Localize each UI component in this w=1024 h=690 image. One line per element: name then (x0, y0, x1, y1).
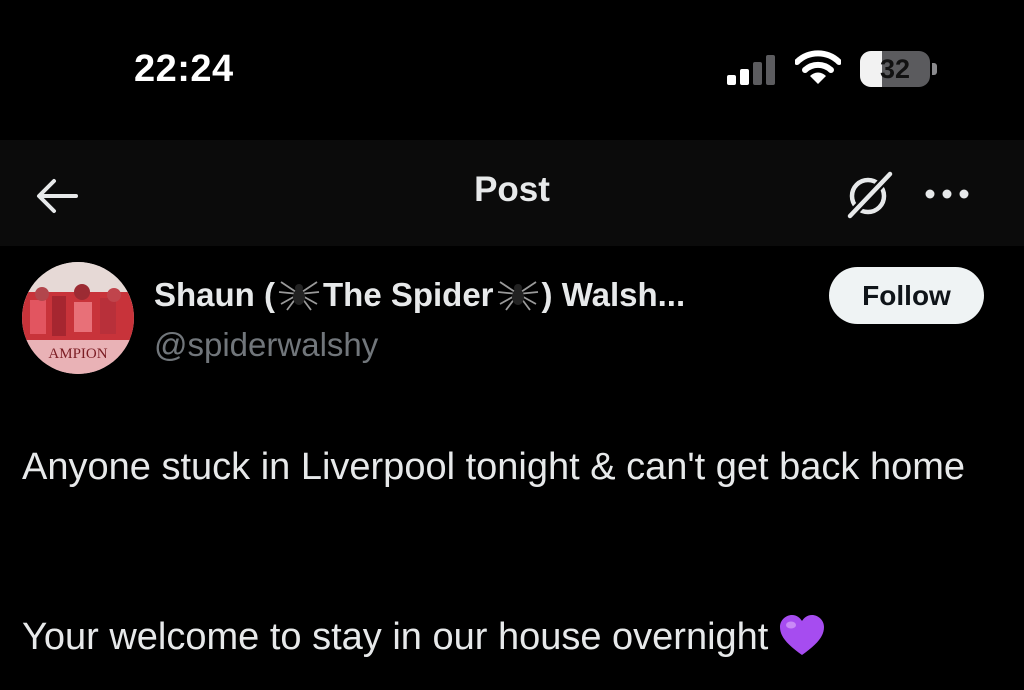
author-name[interactable]: Shaun ( The Spider ) Walsh... (154, 276, 685, 314)
post: AMPION Shaun ( The Spider ) Walsh... @sp… (0, 246, 1024, 690)
battery-percentage: 32 (879, 54, 911, 84)
author-name-part2: The Spider (323, 276, 494, 313)
avatar-text: AMPION (48, 346, 107, 362)
post-header: Post (0, 140, 1024, 246)
post-text-paragraph-1: Anyone stuck in Liverpool tonight & can'… (22, 446, 966, 488)
spider-icon (497, 281, 538, 311)
avatar-image: AMPION (22, 262, 134, 374)
post-text-paragraph-2-text: Your welcome to stay in our house overni… (22, 616, 769, 658)
author-name-part3: ) Walsh... (541, 276, 686, 313)
status-time: 22:24 (134, 48, 234, 90)
author-avatar[interactable]: AMPION (22, 262, 134, 374)
signal-bar-1 (727, 75, 736, 85)
status-bar: 22:24 32 (0, 0, 1024, 140)
more-horizontal-icon[interactable] (922, 182, 972, 206)
follow-button[interactable]: Follow (829, 267, 984, 324)
signal-bar-3 (753, 62, 762, 85)
author-name-part1: Shaun ( (154, 276, 275, 313)
post-text-paragraph-2: Your welcome to stay in our house overni… (22, 610, 1002, 665)
signal-bar-4 (766, 55, 775, 85)
cellular-signal-icon (727, 55, 775, 85)
screen: 22:24 32 Post AMPION Shaun (The Spider … (0, 0, 1024, 690)
battery-body: 32 (860, 51, 930, 87)
wifi-icon (795, 50, 841, 84)
battery-nub (932, 63, 937, 75)
battery-icon: 32 (860, 51, 938, 87)
author-handle[interactable]: @spiderwalshy (154, 326, 378, 364)
purple-heart-icon (780, 615, 825, 655)
grok-icon[interactable] (844, 170, 896, 220)
spider-icon (278, 281, 320, 311)
signal-bar-2 (740, 69, 749, 85)
